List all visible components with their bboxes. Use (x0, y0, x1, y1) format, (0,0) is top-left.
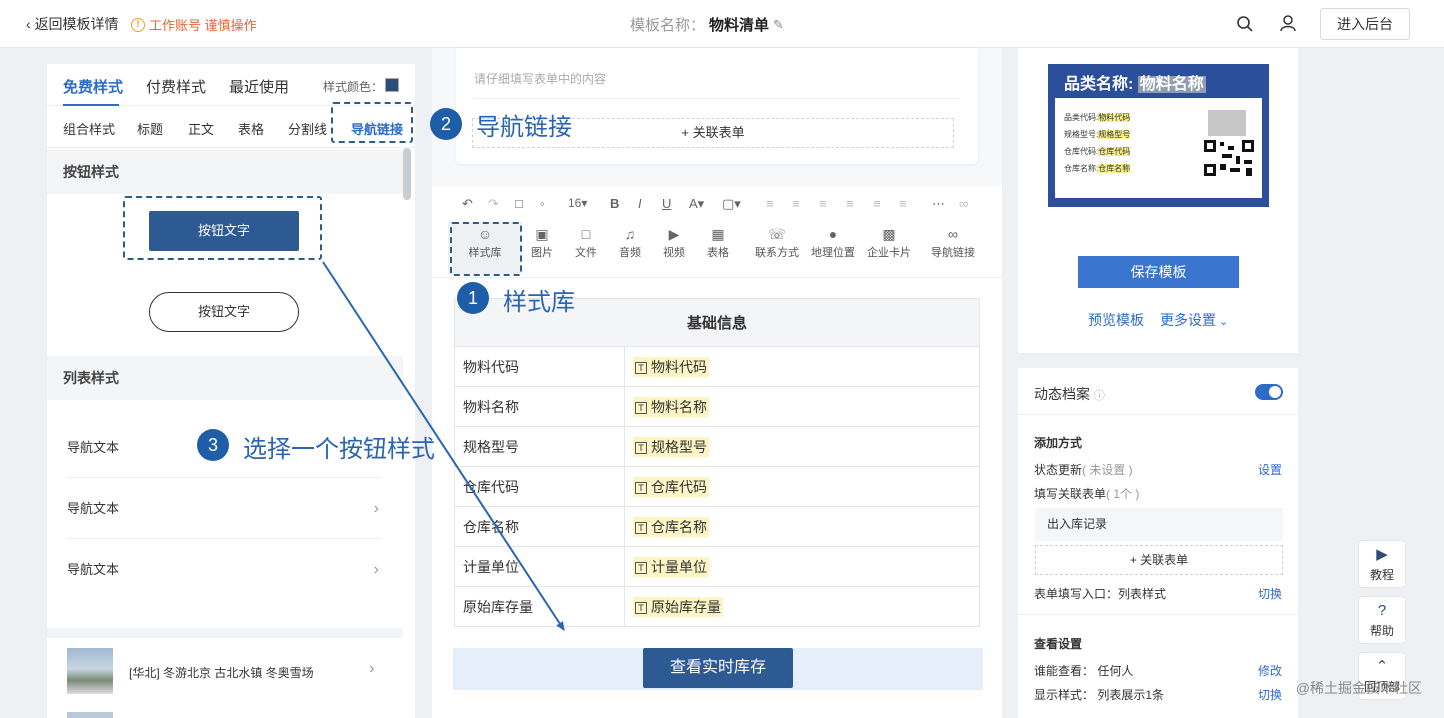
annotation-arrow (322, 261, 565, 631)
watermark: @稀土掘金技术社区 (1295, 680, 1422, 696)
